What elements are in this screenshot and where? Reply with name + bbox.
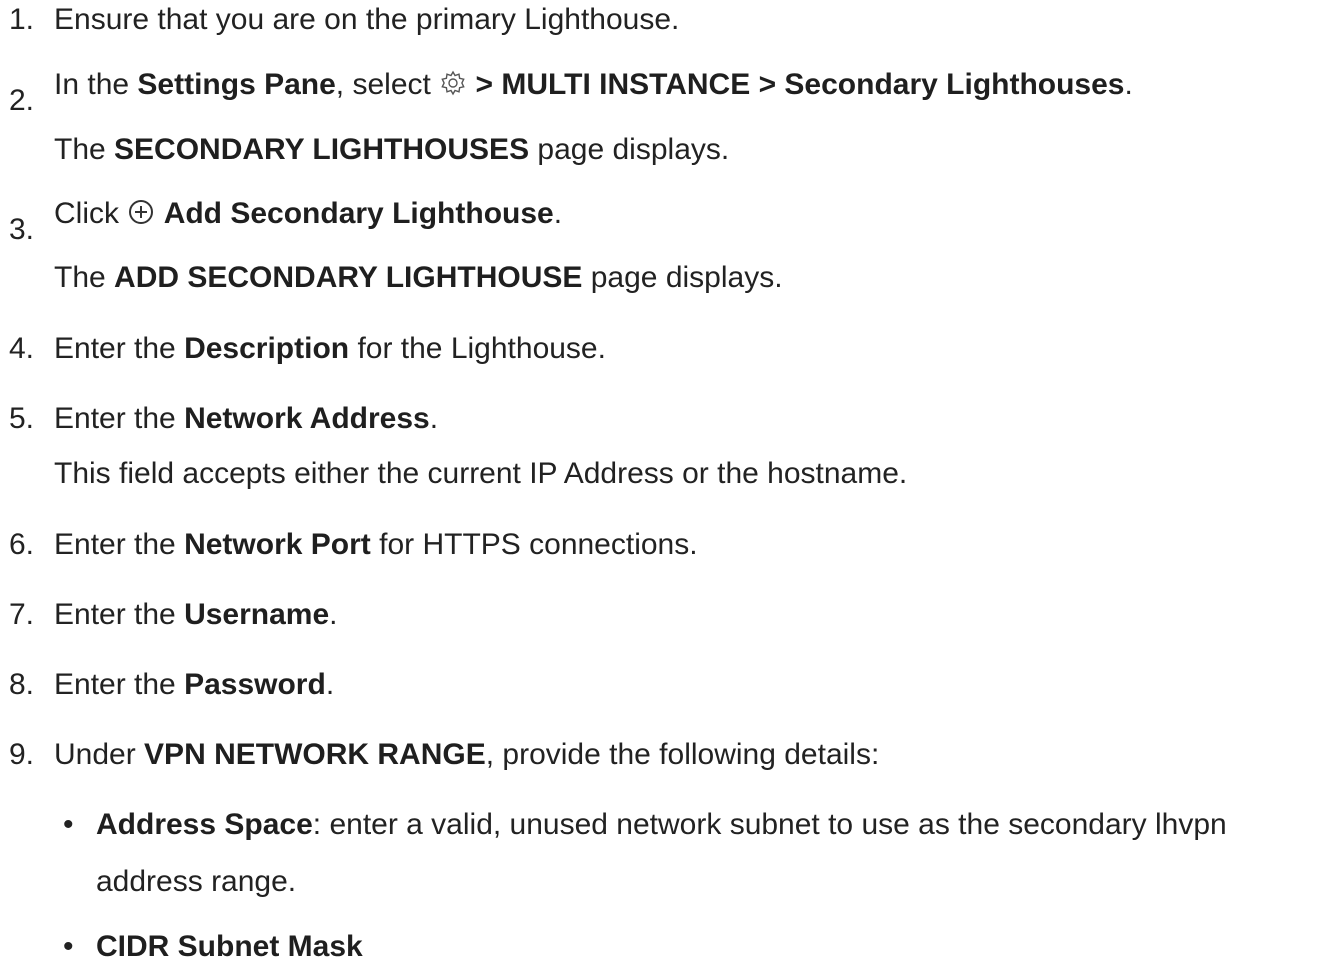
step-text: In the Settings Pane, select > MULTI INS… <box>54 68 1133 101</box>
menu-path: > MULTI INSTANCE > Secondary Lighthouses <box>475 68 1125 101</box>
step-number: 9. <box>9 738 35 771</box>
step-text: Enter the Password. <box>54 668 335 701</box>
step-number: 7. <box>9 598 35 631</box>
field-name: CIDR Subnet Mask <box>96 930 363 963</box>
step-2-result: The SECONDARY LIGHTHOUSES page displays. <box>54 133 730 166</box>
field-name: Network Address <box>184 402 430 435</box>
field-name: Address Space <box>96 808 313 841</box>
step-number: 3. <box>9 213 35 246</box>
gear-icon <box>439 69 467 97</box>
instruction-document: 1. Ensure that you are on the primary Li… <box>0 0 1325 963</box>
bullet-icon: • <box>63 808 74 841</box>
step-number: 8. <box>9 668 35 701</box>
bullet-text: Address Space: enter a valid, unused net… <box>96 808 1227 841</box>
step-text: Under VPN NETWORK RANGE, provide the fol… <box>54 738 880 771</box>
step-number: 5. <box>9 402 35 435</box>
bullet-icon: • <box>63 930 74 963</box>
settings-pane-label: Settings Pane <box>137 68 336 101</box>
step-number: 2. <box>9 84 35 117</box>
bullet-continuation: address range. <box>96 865 297 898</box>
field-name: Network Port <box>184 528 371 561</box>
step-text: Ensure that you are on the primary Light… <box>54 3 680 36</box>
step-text: Enter the Username. <box>54 598 338 631</box>
bullet-text: CIDR Subnet Mask <box>96 929 363 965</box>
field-name: Description <box>184 332 350 365</box>
field-name: Username <box>184 598 330 631</box>
step-3-result: The ADD SECONDARY LIGHTHOUSE page displa… <box>54 261 783 294</box>
step-number: 6. <box>9 528 35 561</box>
step-text: Click Add Secondary Lighthouse. <box>54 197 563 230</box>
step-text: Enter the Network Address. <box>54 402 439 435</box>
section-name: VPN NETWORK RANGE <box>144 738 486 771</box>
add-secondary-lighthouse-label: Add Secondary Lighthouse <box>163 197 554 230</box>
step-text: Enter the Network Port for HTTPS connect… <box>54 528 698 561</box>
field-name: Password <box>184 668 326 701</box>
page-name: SECONDARY LIGHTHOUSES <box>114 133 530 166</box>
step-number: 4. <box>9 332 35 365</box>
plus-circle-icon <box>127 198 155 226</box>
step-number: 1. <box>9 3 35 36</box>
page-name: ADD SECONDARY LIGHTHOUSE <box>114 261 583 294</box>
step-text: Enter the Description for the Lighthouse… <box>54 332 606 365</box>
step-5-note: This field accepts either the current IP… <box>54 457 908 490</box>
